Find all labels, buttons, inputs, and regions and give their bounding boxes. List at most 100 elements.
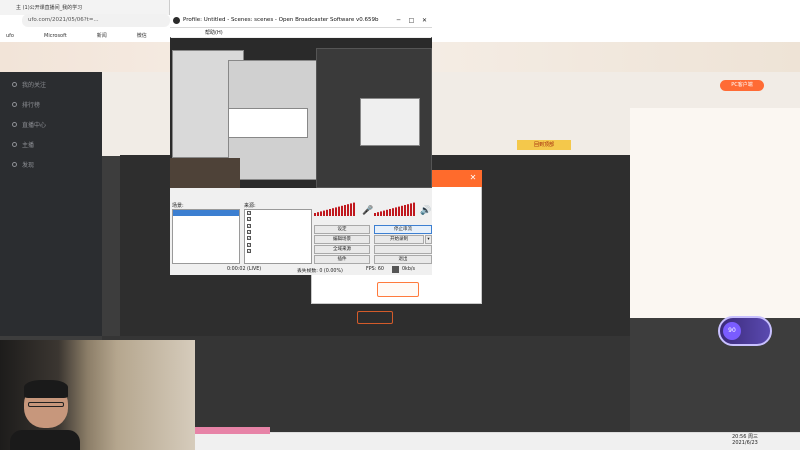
status-fps: FPS: 60 [366, 267, 384, 272]
obs-menubar: 帮助(H) [170, 28, 432, 37]
meter-bar [386, 209, 388, 216]
meter-bar [383, 210, 385, 216]
webcam-person-glasses [28, 402, 64, 407]
speaker-volume-meter[interactable] [374, 202, 415, 216]
browser-tab[interactable]: 主 (1)公开课直播间_我的学习 [0, 0, 170, 15]
meter-bar [329, 209, 331, 216]
meter-bar [323, 210, 325, 216]
meter-bar [380, 211, 382, 216]
clock-date: 2021/6/23 [732, 440, 758, 446]
start-recording-button[interactable]: 开始录制 [374, 235, 424, 244]
global-sources-button[interactable]: 全域来源 [314, 245, 370, 254]
follow-button[interactable] [357, 311, 393, 324]
meter-bar [389, 209, 391, 216]
meter-bar [332, 208, 334, 216]
sidebar-item[interactable]: 我的关注 [0, 72, 102, 92]
pink-banner [195, 427, 270, 434]
source-item[interactable]: ✓ [245, 248, 311, 254]
scenes-list[interactable] [172, 209, 240, 264]
sidebar-item[interactable]: 排行榜 [0, 92, 102, 112]
preview-nested-panel [360, 98, 420, 146]
stop-stream-button[interactable]: 停止串流 [374, 225, 432, 234]
source-checkbox[interactable]: ✓ [247, 230, 251, 235]
taskbar-clock[interactable]: 20:56 周三 2021/6/23 [732, 434, 758, 446]
meter-bar [353, 202, 355, 216]
meter-bar [392, 208, 394, 216]
minimize-icon[interactable]: ─ [392, 15, 405, 27]
mic-volume-meter[interactable] [314, 202, 355, 216]
sidebar-item-icon [12, 162, 17, 167]
preview-webcam [170, 158, 240, 188]
obs-app-icon [173, 17, 180, 24]
sidebar-item-label: 主播 [22, 142, 35, 149]
preview-nested-dialog [228, 108, 308, 138]
meter-bar [404, 205, 406, 216]
sidebar-item-icon [12, 122, 17, 127]
sidebar-item-icon [12, 102, 17, 107]
sidebar-item-icon [12, 82, 17, 87]
source-checkbox[interactable]: ✓ [247, 211, 251, 216]
obs-menu-item[interactable]: 帮助(H) [205, 30, 223, 36]
bookmark-link[interactable]: 微信 [137, 33, 147, 39]
meter-bar [320, 211, 322, 216]
meter-bar [335, 207, 337, 216]
sidebar-item[interactable]: 直播中心 [0, 112, 102, 132]
source-checkbox[interactable]: ✓ [247, 248, 251, 253]
source-checkbox[interactable]: ✓ [247, 217, 251, 222]
sidebar-item-label: 发现 [22, 162, 35, 169]
level-number: 90 [723, 322, 741, 340]
meter-bar [347, 204, 349, 216]
maximize-icon[interactable]: □ [405, 15, 418, 27]
sidebar-item-icon [12, 142, 17, 147]
sidebar-item-label: 排行榜 [22, 102, 41, 109]
meter-bar [341, 205, 343, 216]
meter-bar [344, 205, 346, 216]
speaker-icon: 🔊 [420, 204, 431, 216]
meter-bar [317, 212, 319, 216]
meter-bar [377, 212, 379, 216]
meter-bar [413, 202, 415, 216]
meter-bar [338, 206, 340, 216]
site-sidebar: 我的关注排行榜直播中心主播发现 [0, 72, 102, 336]
sidebar-item-label: 直播中心 [22, 122, 47, 129]
close-icon[interactable]: ✕ [468, 173, 478, 183]
sidebar-item-label: 我的关注 [22, 82, 47, 89]
exit-button[interactable]: 退出 [374, 255, 432, 264]
sources-list[interactable]: ✓ ✓ ✓ ✓ ✓ ✓ ✓ [244, 209, 312, 264]
status-time: 0:00:02 (LIVE) [227, 267, 262, 272]
webcam-person-hair [24, 380, 68, 398]
settings-button[interactable]: 设定 [314, 225, 370, 234]
source-checkbox[interactable]: ✓ [247, 242, 251, 247]
bookmark-link[interactable]: 新闻 [97, 33, 107, 39]
edit-scene-button[interactable]: 编辑场景 [314, 235, 370, 244]
bookmark-link[interactable]: Microsoft [44, 33, 67, 39]
close-icon[interactable]: ✕ [418, 15, 431, 27]
obs-preview[interactable] [170, 38, 432, 188]
status-bitrate: 0kb/s [402, 267, 415, 272]
source-checkbox[interactable]: ✓ [247, 223, 251, 228]
mic-icon: 🎤 [362, 204, 373, 216]
plugins-button[interactable]: 插件 [314, 255, 370, 264]
pc-client-button[interactable]: PC客户端 [720, 80, 764, 91]
sidebar-item[interactable]: 发现 [0, 152, 102, 172]
audio-meters: 🎤 🔊 [314, 202, 431, 216]
address-bar[interactable]: ufo.com/2021/05/06?t=... [22, 14, 170, 27]
dialog-confirm-button[interactable] [377, 282, 419, 297]
obs-window-title: Profile: Untitled - Scenes: scenes - Ope… [183, 17, 379, 23]
bookmark-link[interactable]: ufo [6, 33, 14, 39]
sidebar-item[interactable]: 主播 [0, 132, 102, 152]
site-right-panel [630, 108, 800, 318]
scene-item[interactable] [173, 216, 239, 222]
source-checkbox[interactable]: ✓ [247, 236, 251, 241]
recording-dropdown-button[interactable]: ▾ [425, 235, 432, 244]
status-dropped-frames: 丢失帧数: 0 (0.00%) [297, 269, 343, 274]
preview-stream-button[interactable] [374, 245, 432, 254]
douyu-url: DOUYU.COM [742, 30, 796, 38]
scenes-label: 场景: [172, 203, 184, 209]
meter-bar [350, 203, 352, 216]
meter-bar [410, 203, 412, 216]
meter-bar [407, 204, 409, 216]
back-to-top-tag[interactable]: 回到顶部 [517, 140, 571, 150]
obs-status-bar: 0:00:02 (LIVE) 丢失帧数: 0 (0.00%) FPS: 60 0… [170, 265, 432, 275]
meter-bar [374, 213, 376, 216]
